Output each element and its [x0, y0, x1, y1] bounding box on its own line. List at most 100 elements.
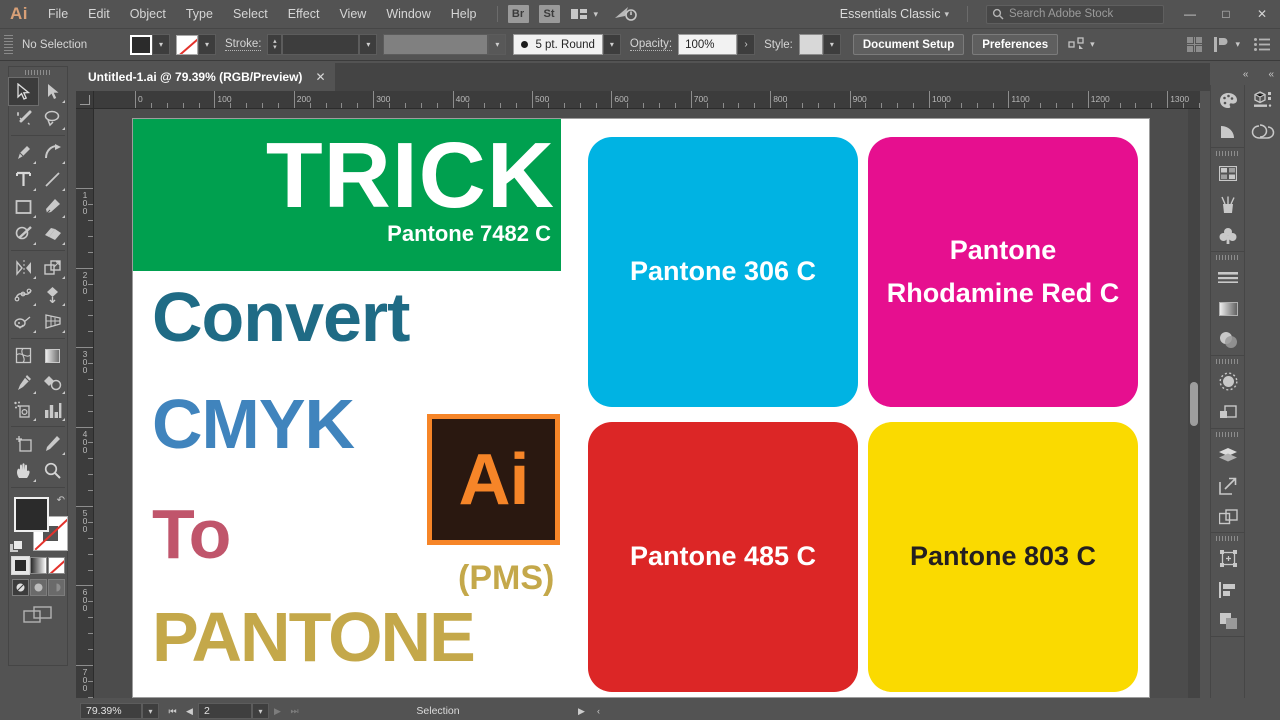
previous-artboard-button[interactable]: ◀ [181, 703, 198, 719]
libraries-panel-icon[interactable] [1245, 85, 1280, 116]
transform-panel-toggle-icon[interactable] [1207, 29, 1233, 60]
transform-panel-icon[interactable] [1211, 543, 1245, 574]
align-icon[interactable] [1181, 29, 1207, 60]
stroke-weight-stepper[interactable]: ▴ ▾ [267, 34, 283, 55]
document-setup-button[interactable]: Document Setup [852, 34, 965, 55]
horizontal-ruler[interactable]: 0 100 200 300 400 500 600 700 800 900 1000 1100 1200… [94, 91, 1200, 109]
perspective-grid-tool[interactable] [38, 308, 67, 335]
stroke-chevron-down-icon[interactable]: ▾ [198, 34, 216, 55]
opacity-input[interactable]: 100% [678, 34, 738, 55]
shape-builder-tool[interactable] [9, 308, 38, 335]
solid-color-mode[interactable] [10, 556, 30, 575]
stock-search-input[interactable]: Search Adobe Stock [986, 4, 1164, 24]
mesh-tool[interactable] [9, 342, 38, 369]
slice-tool[interactable] [38, 430, 67, 457]
menu-effect[interactable]: Effect [278, 0, 330, 28]
lasso-tool[interactable] [38, 105, 67, 132]
menu-type[interactable]: Type [176, 0, 223, 28]
swatches-panel-icon[interactable] [1211, 158, 1245, 189]
gradient-mode[interactable] [29, 557, 47, 574]
gradient-tool[interactable] [38, 342, 67, 369]
control-bar-grip[interactable] [4, 35, 13, 54]
rotate-tool[interactable] [9, 254, 38, 281]
swatch-pantone-485c[interactable]: Pantone 485 C [588, 422, 858, 692]
direct-selection-tool[interactable] [38, 78, 67, 105]
document-tab[interactable]: Untitled-1.ai @ 79.39% (RGB/Preview) ✕ [76, 63, 335, 91]
fill-color-swatch[interactable] [14, 497, 49, 532]
draw-behind-mode[interactable] [29, 579, 47, 596]
gradient-panel-icon[interactable] [1211, 293, 1245, 324]
color-guide-panel-icon[interactable] [1211, 116, 1245, 147]
eyedropper-tool[interactable] [9, 369, 38, 396]
last-artboard-button[interactable]: ⏭ [286, 703, 303, 719]
pathfinder-panel-icon[interactable] [1211, 605, 1245, 636]
fill-swatch[interactable] [130, 34, 152, 55]
swatch-pantone-803c[interactable]: Pantone 803 C [868, 422, 1138, 692]
artboard-tool[interactable] [9, 430, 38, 457]
zoom-level-input[interactable]: 79.39% [80, 703, 142, 719]
ruler-origin[interactable] [76, 91, 94, 109]
paintbrush-tool[interactable] [38, 193, 67, 220]
workspace-switcher[interactable]: Essentials Classic [840, 7, 943, 21]
artboard[interactable]: TRICK Pantone 7482 C Convert CMYK To PAN… [132, 118, 1150, 698]
graphic-styles-panel-icon[interactable] [1211, 397, 1245, 428]
free-transform-tool[interactable] [38, 281, 67, 308]
zoom-tool[interactable] [38, 457, 67, 484]
close-button[interactable]: ✕ [1244, 0, 1280, 28]
canvas-area[interactable]: TRICK Pantone 7482 C Convert CMYK To PAN… [94, 109, 1200, 698]
layers-panel-icon[interactable] [1211, 439, 1245, 470]
status-text[interactable]: Selection [303, 703, 573, 719]
first-artboard-button[interactable]: ⏮ [164, 703, 181, 719]
asset-export-panel-icon[interactable] [1211, 470, 1245, 501]
menu-view[interactable]: View [329, 0, 376, 28]
none-color-mode[interactable] [47, 557, 65, 574]
artboards-panel-icon[interactable] [1211, 501, 1245, 532]
minimize-button[interactable]: — [1172, 0, 1208, 28]
change-screen-mode[interactable] [9, 606, 67, 624]
collapse-libraries-icon[interactable]: « [1268, 69, 1274, 80]
type-tool[interactable] [9, 166, 38, 193]
vertical-scrollbar[interactable] [1188, 109, 1200, 698]
artboard-number-input[interactable]: 2 [198, 703, 252, 719]
pms-note[interactable]: (PMS) [458, 559, 554, 598]
column-graph-tool[interactable] [38, 396, 67, 423]
opacity-options-icon[interactable]: › [737, 34, 756, 55]
panel-group-grip[interactable] [1211, 429, 1244, 439]
magic-wand-tool[interactable] [9, 105, 38, 132]
default-fill-stroke-icon[interactable] [9, 540, 23, 553]
tools-panel-grip[interactable] [9, 67, 67, 78]
align-panel-icon[interactable] [1211, 574, 1245, 605]
stroke-weight-input[interactable] [282, 34, 360, 55]
panel-options-icon[interactable] [1248, 29, 1276, 60]
selection-tool[interactable] [8, 77, 39, 106]
appearance-panel-icon[interactable] [1211, 366, 1245, 397]
zoom-chevron-down-icon[interactable]: ▾ [142, 703, 159, 719]
panel-group-grip[interactable] [1211, 148, 1244, 158]
select-similar-chevron-down-icon[interactable]: ▾ [1090, 39, 1095, 50]
status-menu-icon[interactable]: ▶ [573, 703, 590, 719]
panel-group-grip[interactable] [1211, 252, 1244, 262]
curvature-tool[interactable] [38, 139, 67, 166]
preferences-button[interactable]: Preferences [972, 34, 1059, 55]
arrange-documents-icon[interactable] [570, 7, 588, 21]
swatch-pantone-306c[interactable]: Pantone 306 C [588, 137, 858, 407]
brushes-panel-icon[interactable] [1211, 189, 1245, 220]
pen-tool[interactable] [9, 139, 38, 166]
stroke-weight-chevron-down-icon[interactable]: ▾ [359, 34, 378, 55]
menu-edit[interactable]: Edit [78, 0, 120, 28]
next-artboard-button[interactable]: ▶ [269, 703, 286, 719]
menu-file[interactable]: File [38, 0, 78, 28]
scale-tool[interactable] [38, 254, 67, 281]
collapse-panels-icon[interactable]: « [1243, 69, 1249, 80]
swatch-pantone-rhodamine-red-c[interactable]: Pantone Rhodamine Red C [868, 137, 1138, 407]
style-chevron-down-icon[interactable]: ▾ [822, 34, 841, 55]
headline-cmyk[interactable]: CMYK [152, 384, 355, 464]
headline-to[interactable]: To [152, 494, 231, 574]
brush-chevron-down-icon[interactable]: ▾ [602, 34, 621, 55]
scrollbar-thumb[interactable] [1190, 382, 1198, 426]
brush-definition-select[interactable]: 5 pt. Round [513, 34, 603, 55]
color-panel-icon[interactable] [1211, 85, 1245, 116]
graphic-style-swatch[interactable] [798, 34, 823, 55]
eraser-tool[interactable] [38, 220, 67, 247]
panel-group-grip[interactable] [1211, 533, 1244, 543]
